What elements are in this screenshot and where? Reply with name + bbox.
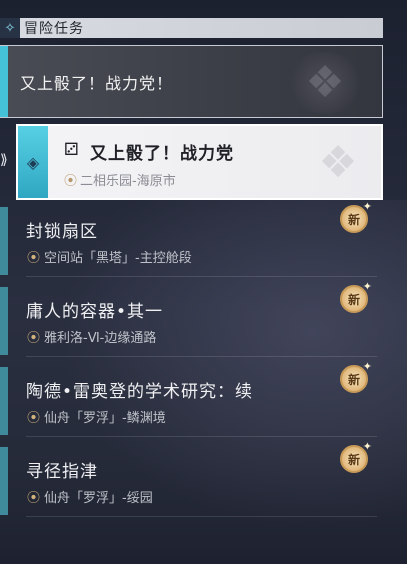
quest-title: 寻径指津	[26, 462, 98, 482]
quest-item[interactable]: 庸人的容器•其一 ⦿ 雅利洛-Ⅵ-边缘通路 新 ✦	[0, 280, 383, 357]
section-title: 冒险任务	[24, 21, 84, 37]
quest-accent-bar	[0, 207, 8, 275]
faction-emblem-icon: ❖	[286, 52, 364, 114]
diamond-icon: ✧	[0, 18, 20, 38]
divider	[26, 516, 377, 517]
new-badge: 新 ✦	[340, 360, 372, 393]
faction-emblem-icon: ❖	[318, 137, 358, 188]
quest-location: 仙舟「罗浮」-绥园	[44, 491, 153, 506]
new-badge: 新 ✦	[340, 440, 372, 473]
quest-item[interactable]: 封锁扇区 ⦿ 空间站「黑塔」-主控舱段 新 ✦	[0, 200, 383, 277]
quest-location: 仙舟「罗浮」-鳞渊境	[44, 411, 166, 426]
location-pin-icon: ⦿	[27, 411, 41, 426]
quest-location: 二相乐园-海原市	[80, 174, 176, 189]
divider	[26, 356, 377, 357]
quest-title: 又上骰了！战力党	[90, 144, 234, 164]
location-pin-icon: ⦿	[27, 491, 41, 506]
category-accent	[0, 46, 8, 117]
dice-icon: ⚂	[64, 140, 79, 160]
quest-item[interactable]: 寻径指津 ⦿ 仙舟「罗浮」-绥园 新 ✦	[0, 440, 383, 517]
sparkle-icon: ✦	[362, 280, 372, 293]
quest-location: 空间站「黑塔」-主控舱段	[44, 251, 192, 266]
quest-accent-bar	[0, 287, 8, 355]
quest-title: 封锁扇区	[26, 222, 98, 242]
category-banner[interactable]: 又上骰了！战力党！ ❖	[0, 45, 383, 118]
quest-accent-bar	[0, 447, 8, 515]
new-badge: 新 ✦	[340, 280, 372, 313]
divider	[26, 436, 377, 437]
quest-title: 庸人的容器•其一	[26, 302, 164, 322]
sparkle-icon: ✦	[362, 360, 372, 373]
quest-item-selected[interactable]: ◈ ⚂ 又上骰了！战力党 ⦿ 二相乐园-海原市 ❖	[16, 124, 383, 200]
quest-accent-bar	[0, 367, 8, 435]
new-badge: 新 ✦	[340, 200, 372, 233]
category-title: 又上骰了！战力党！	[20, 73, 174, 93]
quest-item[interactable]: 陶德•雷奥登的学术研究：续 ⦿ 仙舟「罗浮」-鳞渊境 新 ✦	[0, 360, 383, 437]
location-pin-icon: ⦿	[27, 331, 41, 346]
sparkle-icon: ✦	[362, 440, 372, 453]
divider	[26, 276, 377, 277]
selection-pointer-icon: ⟫	[0, 152, 8, 168]
quest-title: 陶德•雷奥登的学术研究：续	[26, 382, 254, 402]
location-pin-icon: ⦿	[64, 174, 78, 189]
location-pin-icon: ⦿	[27, 251, 41, 266]
sparkle-icon: ✦	[362, 200, 372, 213]
quest-location: 雅利洛-Ⅵ-边缘通路	[44, 331, 157, 346]
section-header: ✧ 冒险任务	[0, 18, 383, 38]
selected-diamond-icon: ◈	[18, 126, 48, 198]
